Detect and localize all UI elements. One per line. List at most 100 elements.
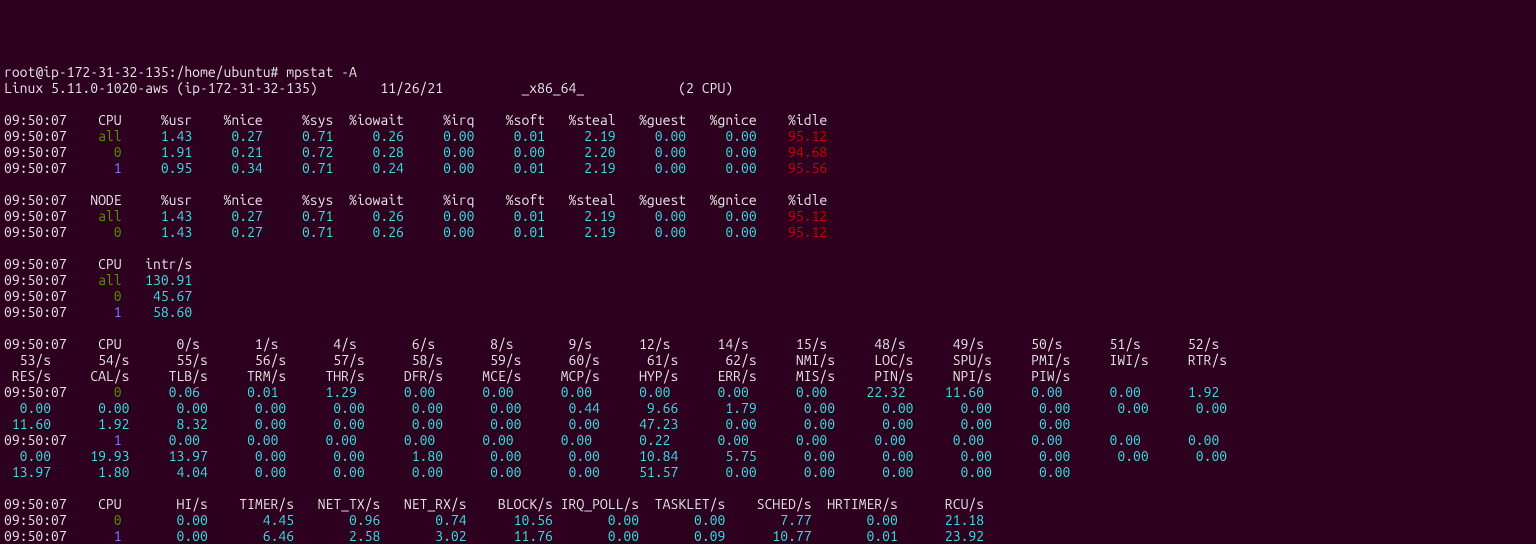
- metric-value: 0.00: [616, 160, 687, 176]
- column-header: HYP/s: [600, 368, 678, 384]
- metric-value: 0.00: [686, 160, 757, 176]
- metric-value: 0.00: [443, 416, 521, 432]
- timestamp: 09:50:07: [4, 528, 67, 544]
- column-header: BLOCK/s: [467, 496, 553, 512]
- column-header: 51/s: [1062, 336, 1140, 352]
- column-header: PMI/s: [992, 352, 1070, 368]
- metric-value: 10.77: [725, 528, 811, 544]
- column-header: 4/s: [278, 336, 356, 352]
- metric-value: 0.00: [514, 432, 592, 448]
- metric-value: 0.00: [992, 448, 1070, 464]
- cpu-id: all: [67, 208, 122, 224]
- metric-value: 0.01: [812, 528, 898, 544]
- column-header: 61/s: [600, 352, 678, 368]
- column-header: TRM/s: [208, 368, 286, 384]
- column-header: 53/s: [4, 352, 51, 368]
- metric-value: 0.00: [757, 464, 835, 480]
- column-header: 9/s: [514, 336, 592, 352]
- metric-value: 8.32: [129, 416, 207, 432]
- column-header: CPU: [67, 496, 122, 512]
- metric-value: 0.00: [984, 432, 1062, 448]
- metric-value: 3.02: [380, 528, 466, 544]
- metric-value: 11.60: [906, 384, 984, 400]
- metric-value: 0.01: [474, 224, 545, 240]
- terminal-line: 09:50:07 0 1.91 0.21 0.72 0.28 0.00 0.00…: [4, 144, 1532, 160]
- column-header: DFR/s: [365, 368, 443, 384]
- column-header: TASKLET/s: [639, 496, 725, 512]
- column-header: 60/s: [521, 352, 599, 368]
- metric-value: 0.96: [294, 512, 380, 528]
- column-header: 62/s: [678, 352, 756, 368]
- column-header: 48/s: [827, 336, 905, 352]
- cpu-id: 0: [67, 512, 122, 528]
- metric-value: 0.00: [686, 208, 757, 224]
- column-header: %gnice: [686, 192, 757, 208]
- column-header: %irq: [404, 112, 475, 128]
- metric-value: 0.00: [835, 464, 913, 480]
- metric-value: 0.71: [263, 224, 334, 240]
- column-header: RTR/s: [1149, 352, 1227, 368]
- cpu-id: 1: [67, 160, 122, 176]
- timestamp: 09:50:07: [4, 128, 67, 144]
- metric-value: 0.06: [122, 384, 200, 400]
- shell-prompt[interactable]: root@ip-172-31-32-135:/home/ubuntu#: [4, 64, 286, 80]
- column-header: TLB/s: [129, 368, 207, 384]
- terminal-line: 09:50:07 0 0.06 0.01 1.29 0.00 0.00 0.00…: [4, 384, 1532, 400]
- metric-value: 95.12: [757, 128, 828, 144]
- metric-value: 0.00: [435, 432, 513, 448]
- column-header: %usr: [122, 112, 193, 128]
- metric-value: 0.72: [263, 144, 334, 160]
- metric-value: 95.12: [757, 208, 828, 224]
- metric-value: 0.00: [616, 224, 687, 240]
- metric-value: 1.29: [278, 384, 356, 400]
- metric-value: 0.44: [521, 400, 599, 416]
- metric-value: 0.00: [835, 448, 913, 464]
- metric-value: 0.01: [474, 208, 545, 224]
- terminal-line: root@ip-172-31-32-135:/home/ubuntu# mpst…: [4, 64, 1532, 80]
- metric-value: 0.00: [835, 400, 913, 416]
- metric-value: 10.84: [600, 448, 678, 464]
- metric-value: 0.00: [435, 384, 513, 400]
- cpu-id: all: [67, 128, 122, 144]
- metric-value: 0.26: [333, 128, 404, 144]
- cpu-id: 1: [67, 432, 122, 448]
- metric-value: 0.26: [333, 208, 404, 224]
- column-header: 57/s: [286, 352, 364, 368]
- metric-value: 19.93: [51, 448, 129, 464]
- metric-value: 11.60: [4, 416, 51, 432]
- column-header: IWI/s: [1070, 352, 1148, 368]
- metric-value: 0.00: [4, 400, 51, 416]
- column-header: PIN/s: [835, 368, 913, 384]
- terminal-line: 09:50:07 1 0.95 0.34 0.71 0.24 0.00 0.01…: [4, 160, 1532, 176]
- column-header: %steal: [545, 112, 616, 128]
- column-header: HI/s: [122, 496, 208, 512]
- column-header: 50/s: [984, 336, 1062, 352]
- metric-value: 0.00: [365, 464, 443, 480]
- metric-value: 1.92: [1141, 384, 1219, 400]
- cpu-id: 0: [67, 384, 122, 400]
- metric-value: 0.00: [208, 416, 286, 432]
- metric-value: 0.21: [192, 144, 263, 160]
- metric-value: 0.27: [192, 128, 263, 144]
- os-info: Linux 5.11.0-1020-aws (ip-172-31-32-135): [4, 80, 380, 96]
- column-header: 58/s: [365, 352, 443, 368]
- terminal-line: 09:50:07 NODE %usr %nice %sys %iowait %i…: [4, 192, 1532, 208]
- metric-value: 0.00: [357, 384, 435, 400]
- column-header: 49/s: [906, 336, 984, 352]
- metric-value: 0.00: [286, 400, 364, 416]
- metric-value: 0.00: [592, 384, 670, 400]
- metric-value: 0.00: [553, 512, 639, 528]
- metric-value: 0.00: [365, 416, 443, 432]
- column-header: CAL/s: [51, 368, 129, 384]
- metric-value: 0.00: [404, 144, 475, 160]
- terminal-line: 11.60 1.92 8.32 0.00 0.00 0.00 0.00 0.00…: [4, 416, 1532, 432]
- metric-value: 0.01: [200, 384, 278, 400]
- timestamp: 09:50:07: [4, 224, 67, 240]
- column-header: SPU/s: [914, 352, 992, 368]
- terminal-line: 0.00 0.00 0.00 0.00 0.00 0.00 0.00 0.44 …: [4, 400, 1532, 416]
- timestamp: 09:50:07: [4, 496, 67, 512]
- metric-value: 0.00: [122, 528, 208, 544]
- metric-value: 0.00: [670, 384, 748, 400]
- cpu-id: 1: [67, 304, 122, 320]
- terminal-line: RES/s CAL/s TLB/s TRM/s THR/s DFR/s MCE/…: [4, 368, 1532, 384]
